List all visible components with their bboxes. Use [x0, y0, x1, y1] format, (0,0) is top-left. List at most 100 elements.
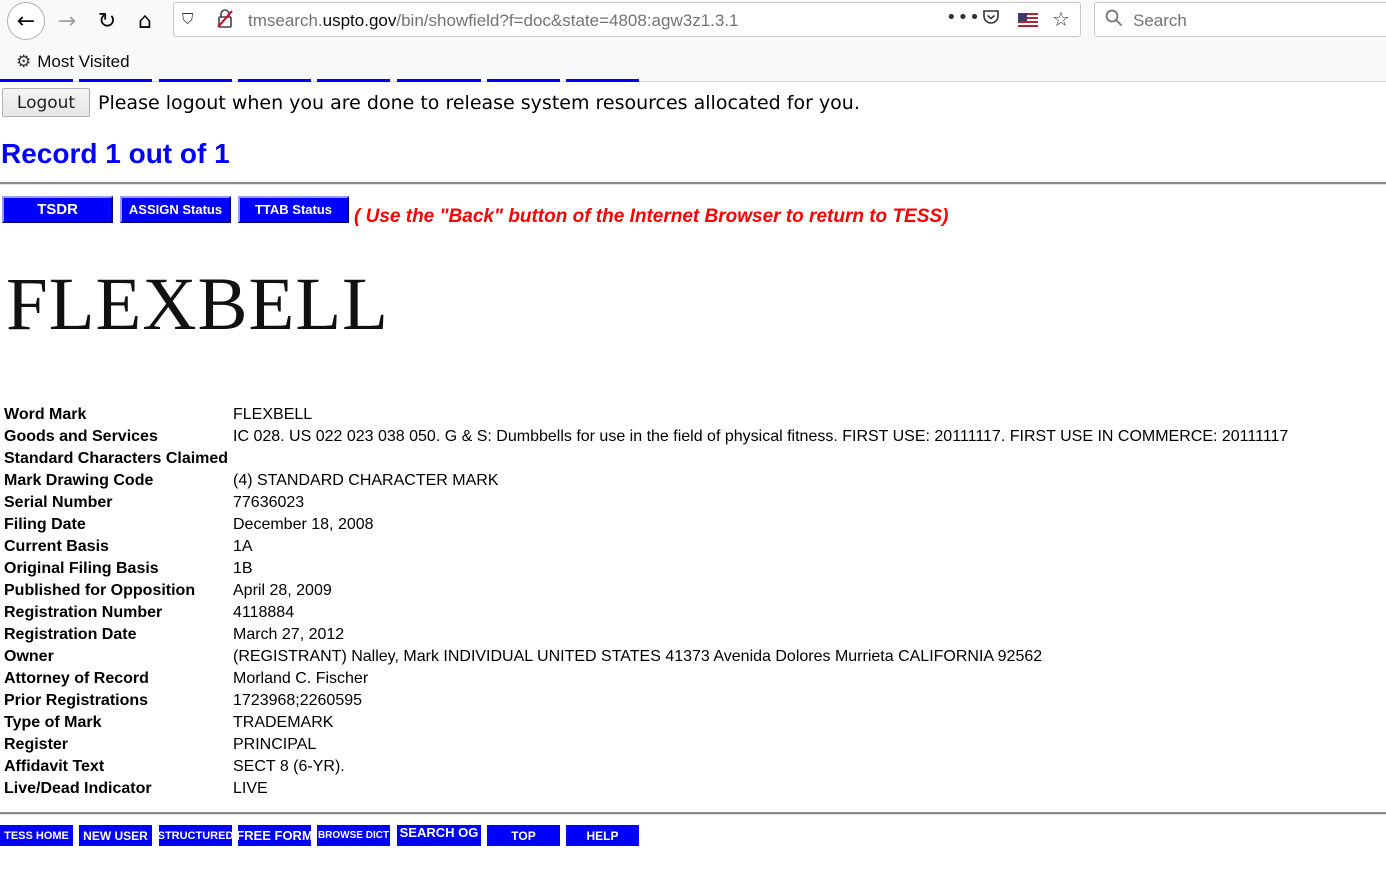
field-row: Attorney of Record Morland C. Fischer — [2, 668, 1290, 690]
field-label: Prior Registrations — [4, 692, 149, 709]
divider — [0, 812, 1386, 815]
field-row: Owner (REGISTRANT) Nalley, Mark INDIVIDUA… — [2, 646, 1290, 668]
field-row: Original Filing Basis 1B — [2, 558, 1290, 580]
top-nav-fragment[interactable] — [238, 79, 311, 82]
field-row: Filing Date December 18, 2008 — [2, 514, 1290, 536]
field-row: Prior Registrations 1723968;2260595 — [2, 690, 1290, 712]
search-placeholder: Search — [1133, 11, 1187, 30]
field-value: IC 028. US 022 023 038 050. G & S: Dumbb… — [233, 428, 1289, 445]
field-value: 77636023 — [233, 494, 305, 511]
logout-message: Please logout when you are done to relea… — [98, 92, 860, 114]
bookmark-label: Most Visited — [37, 52, 130, 71]
field-label: Attorney of Record — [4, 670, 149, 687]
field-value: TRADEMARK — [233, 714, 334, 731]
record-title: Record 1 out of 1 — [1, 138, 230, 169]
help-button[interactable]: HELP — [566, 825, 639, 846]
field-label: Affidavit Text — [4, 758, 105, 775]
gear-icon: ⚙ — [16, 52, 32, 72]
top-nav-fragment[interactable] — [159, 79, 232, 82]
assign-status-button[interactable]: ASSIGN Status — [120, 196, 231, 223]
pocket-icon[interactable] — [982, 8, 1000, 31]
field-label: Live/Dead Indicator — [4, 780, 152, 797]
top-nav-fragment[interactable] — [566, 79, 639, 82]
bookmark-star-icon[interactable]: ☆ — [1052, 7, 1070, 31]
field-value: SECT 8 (6-YR). — [233, 758, 345, 775]
browser-toolbar: ← → ↻ ⌂ ⛉ tmsearch.uspto.gov/bin/showfie… — [0, 0, 1386, 82]
field-row: Word Mark FLEXBELL — [2, 404, 1290, 426]
field-label: Type of Mark — [4, 714, 102, 731]
field-label: Filing Date — [4, 516, 86, 533]
us-flag-icon[interactable] — [1018, 13, 1038, 27]
field-value: FLEXBELL — [233, 406, 313, 423]
tess-home-button[interactable]: TESS HOME — [0, 825, 73, 846]
field-label: Registration Number — [4, 604, 163, 621]
bookmark-most-visited[interactable]: ⚙ Most Visited — [16, 52, 130, 72]
home-icon[interactable]: ⌂ — [128, 4, 162, 38]
search-bar[interactable]: Search — [1094, 2, 1386, 37]
page-content: Logout Please logout when you are done t… — [0, 79, 1386, 872]
field-value: Morland C. Fischer — [233, 670, 369, 687]
insecure-connection-icon[interactable] — [216, 9, 234, 29]
field-row: Serial Number 77636023 — [2, 492, 1290, 514]
field-row: Published for Opposition April 28, 2009 — [2, 580, 1290, 602]
search-og-button[interactable]: SEARCH OG — [397, 825, 481, 846]
field-label: Register — [4, 736, 69, 753]
field-label: Registration Date — [4, 626, 137, 643]
field-label: Mark Drawing Code — [4, 472, 154, 489]
field-value: (REGISTRANT) Nalley, Mark INDIVIDUAL UNI… — [233, 648, 1043, 665]
mark-drawing-image: FLEXBELL — [6, 263, 389, 346]
top-nav-fragment[interactable] — [397, 79, 481, 82]
top-nav-fragment[interactable] — [0, 79, 73, 82]
field-value: (4) STANDARD CHARACTER MARK — [233, 472, 499, 489]
search-icon — [1105, 9, 1123, 32]
ttab-status-button[interactable]: TTAB Status — [238, 196, 349, 223]
field-label: Current Basis — [4, 538, 109, 555]
top-nav-fragment[interactable] — [487, 79, 560, 82]
field-value: 1B — [233, 560, 253, 577]
field-value: December 18, 2008 — [233, 516, 374, 533]
field-label: Original Filing Basis — [4, 560, 159, 577]
structured-button[interactable]: STRUCTURED — [158, 825, 233, 846]
forward-icon[interactable]: → — [50, 4, 84, 38]
field-label: Serial Number — [4, 494, 113, 511]
tracking-shield-icon[interactable]: ⛉ — [182, 10, 200, 28]
field-row: Current Basis 1A — [2, 536, 1290, 558]
field-row: Type of Mark TRADEMARK — [2, 712, 1290, 734]
top-button[interactable]: TOP — [487, 825, 560, 846]
field-value: LIVE — [233, 780, 268, 797]
field-value — [231, 448, 1290, 470]
url-bar[interactable]: ⛉ tmsearch.uspto.gov/bin/showfield?f=doc… — [173, 2, 1081, 37]
field-row: Register PRINCIPAL — [2, 734, 1290, 756]
url-host: uspto.gov — [322, 11, 397, 30]
url-text[interactable]: tmsearch.uspto.gov/bin/showfield?f=doc&s… — [248, 11, 739, 31]
field-row: Goods and Services IC 028. US 022 023 038… — [2, 426, 1290, 448]
page-actions-icon[interactable]: ••• — [946, 7, 981, 28]
field-label: Owner — [4, 648, 54, 665]
field-value: April 28, 2009 — [233, 582, 332, 599]
field-value: 4118884 — [233, 604, 295, 621]
divider — [0, 182, 1386, 185]
reload-icon[interactable]: ↻ — [90, 4, 124, 38]
free-form-button[interactable]: FREE FORM — [236, 825, 313, 846]
new-user-button[interactable]: NEW USER — [79, 825, 152, 846]
trademark-fields-table: Word Mark FLEXBELL Goods and Services IC 02… — [2, 404, 1290, 800]
logout-button[interactable]: Logout — [2, 88, 90, 117]
top-nav-fragment[interactable] — [79, 79, 152, 82]
field-row: Registration Date March 27, 2012 — [2, 624, 1290, 646]
field-label: Published for Opposition — [4, 582, 196, 599]
browse-dict-button[interactable]: BROWSE DICT — [317, 825, 390, 846]
field-value: PRINCIPAL — [233, 736, 317, 753]
back-icon[interactable]: ← — [7, 2, 45, 40]
url-path: /bin/showfield?f=doc&state=4808:agw3z1.3… — [396, 11, 739, 30]
url-host-prefix: tmsearch. — [248, 11, 323, 30]
field-value: 1A — [233, 538, 253, 555]
field-row: Registration Number 4118884 — [2, 602, 1290, 624]
field-row: Affidavit Text SECT 8 (6-YR). — [2, 756, 1290, 778]
tsdr-button[interactable]: TSDR — [2, 196, 113, 223]
field-row: Mark Drawing Code (4) STANDARD CHARACTER … — [2, 470, 1290, 492]
field-label: Standard Characters Claimed — [4, 450, 229, 467]
field-value: March 27, 2012 — [233, 626, 345, 643]
top-nav-fragment[interactable] — [317, 79, 390, 82]
field-label: Word Mark — [4, 406, 87, 423]
field-value: 1723968;2260595 — [233, 692, 363, 709]
